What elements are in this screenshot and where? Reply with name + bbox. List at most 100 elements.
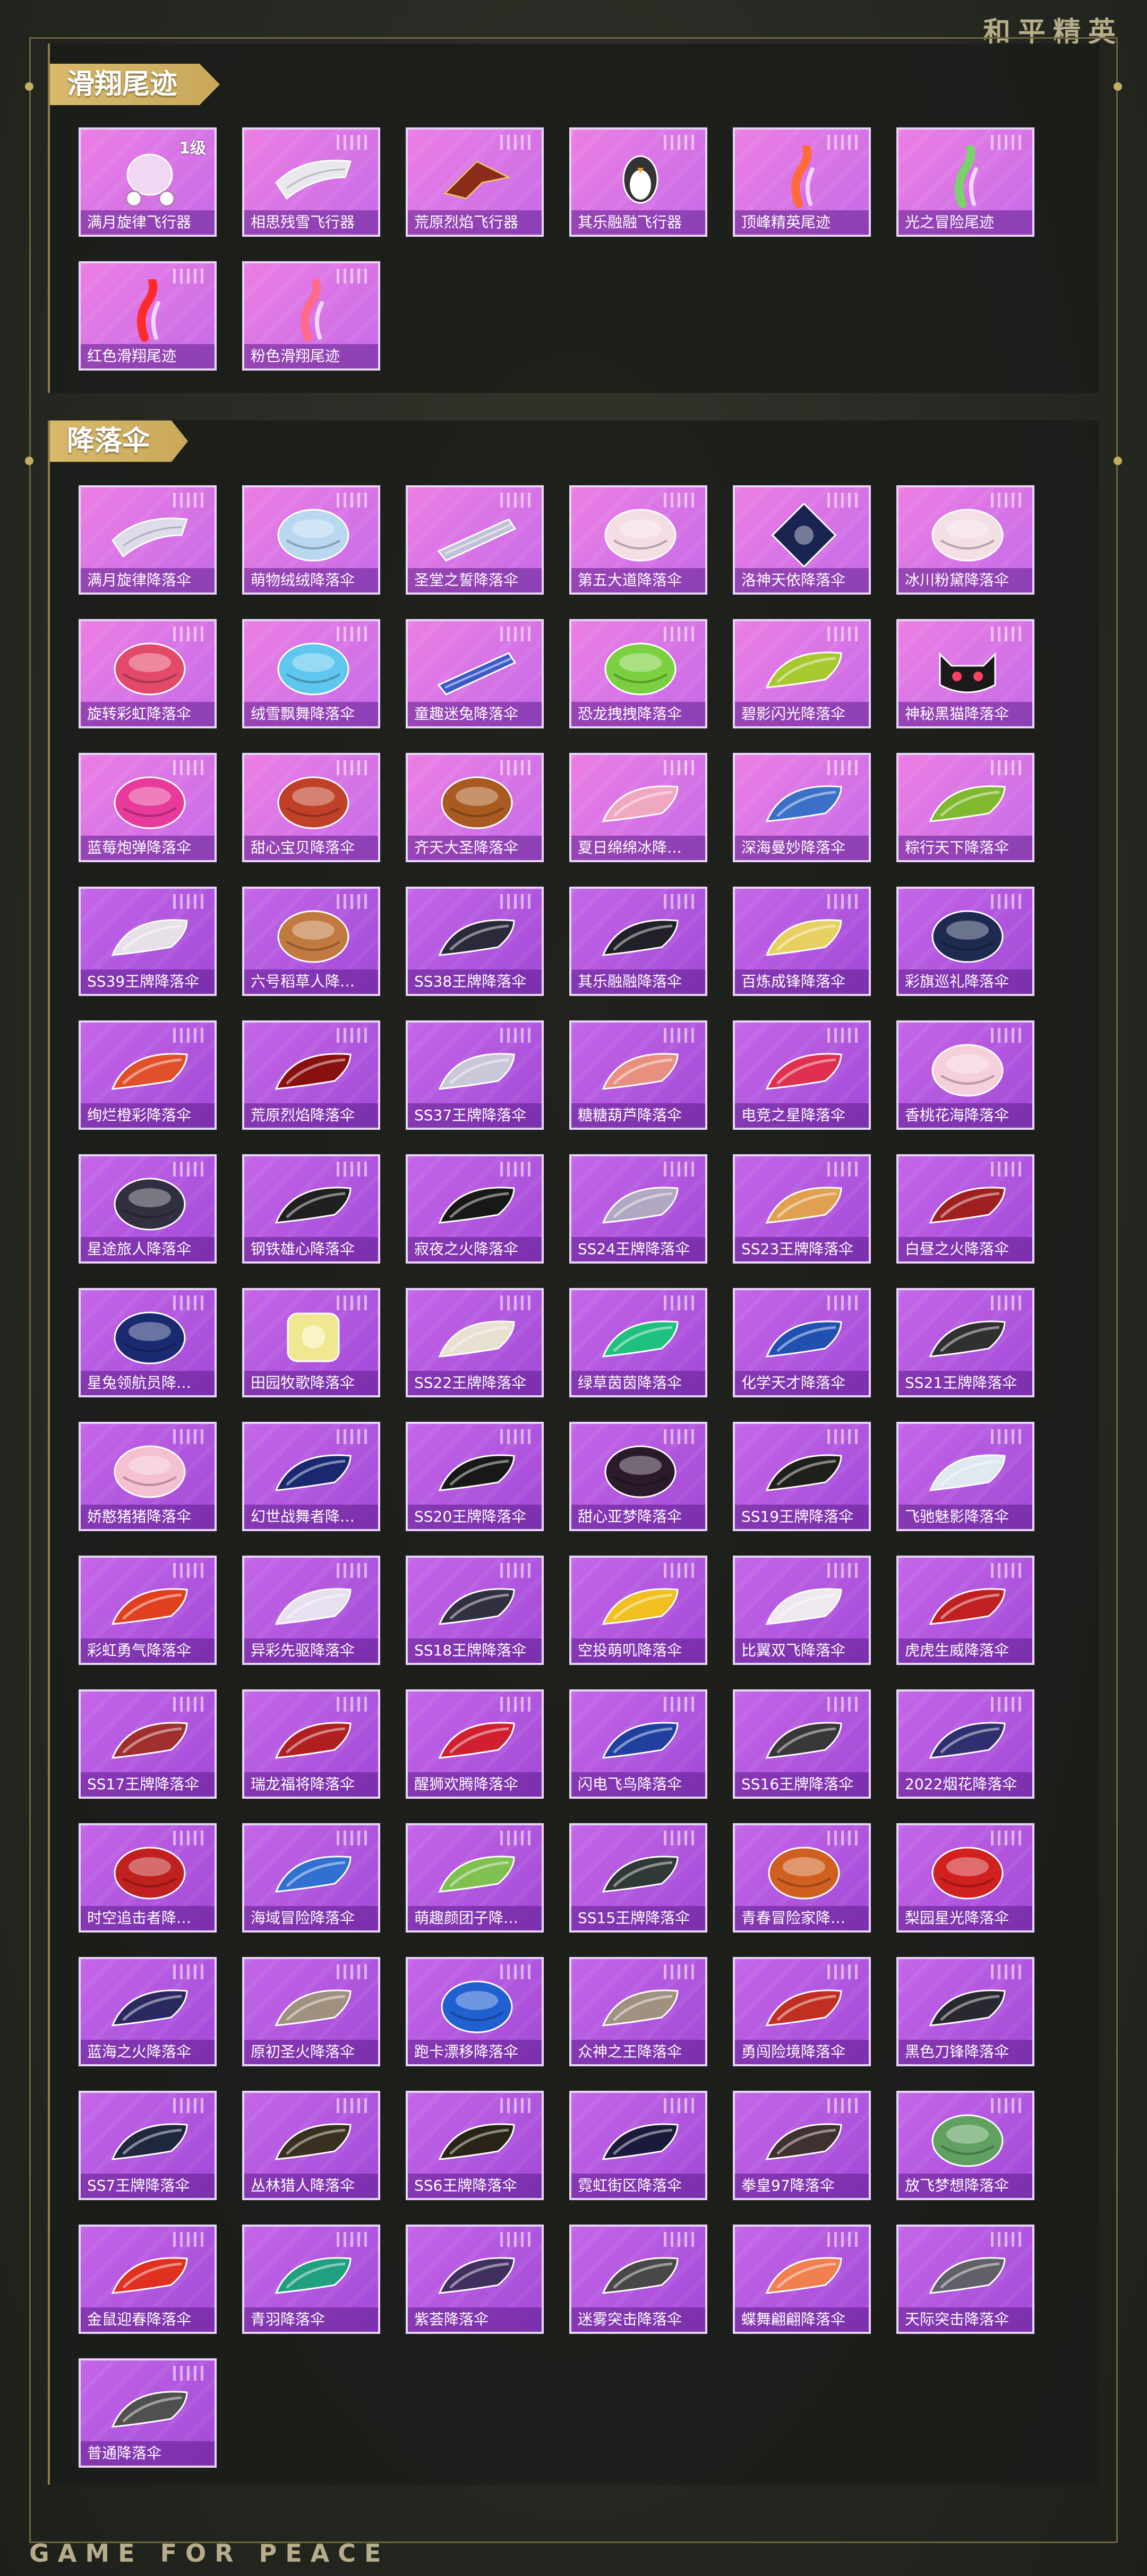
- item-card[interactable]: 娇憨猪猪降落伞: [79, 1422, 217, 1531]
- item-card[interactable]: 圣堂之誓降落伞: [406, 485, 544, 595]
- item-card[interactable]: 甜心亚梦降落伞: [569, 1422, 707, 1531]
- item-card[interactable]: 勇闯险境降落伞: [733, 1957, 871, 2066]
- item-card[interactable]: 其乐融融飞行器: [569, 127, 707, 237]
- item-card[interactable]: 黑色刀锋降落伞: [896, 1957, 1034, 2066]
- item-card[interactable]: 迷雾突击降落伞: [569, 2225, 707, 2334]
- item-card[interactable]: 粽行天下降落伞: [896, 753, 1034, 862]
- item-card[interactable]: 田园牧歌降落伞: [242, 1288, 380, 1397]
- item-card[interactable]: 时空追击者降…: [79, 1823, 217, 1933]
- item-card[interactable]: 齐天大圣降落伞: [406, 753, 544, 862]
- item-card[interactable]: SS23王牌降落伞: [733, 1154, 871, 1264]
- item-card[interactable]: 蓝海之火降落伞: [79, 1957, 217, 2066]
- parachute-icon: [602, 1320, 679, 1358]
- item-card[interactable]: SS39王牌降落伞: [79, 887, 217, 996]
- item-card[interactable]: 瑞龙福将降落伞: [242, 1689, 380, 1799]
- item-card[interactable]: SS37王牌降落伞: [406, 1020, 544, 1130]
- item-card[interactable]: 丛林猎人降落伞: [242, 2091, 380, 2200]
- item-card[interactable]: 紫荟降落伞: [406, 2225, 544, 2334]
- item-card[interactable]: SS21王牌降落伞: [896, 1288, 1034, 1397]
- item-card[interactable]: 化学天才降落伞: [733, 1288, 871, 1397]
- item-card[interactable]: 红色滑翔尾迹: [79, 261, 217, 371]
- item-card[interactable]: 蝶舞翩翩降落伞: [733, 2225, 871, 2334]
- item-card[interactable]: 比翼双飞降落伞: [733, 1556, 871, 1665]
- item-card[interactable]: 金鼠迎春降落伞: [79, 2225, 217, 2334]
- item-card[interactable]: 夏日绵绵冰降…: [569, 753, 707, 862]
- item-card[interactable]: 旋转彩虹降落伞: [79, 619, 217, 728]
- item-card[interactable]: 异彩先驱降落伞: [242, 1556, 380, 1665]
- item-card[interactable]: 拳皇97降落伞: [733, 2091, 871, 2200]
- item-card[interactable]: 甜心宝贝降落伞: [242, 753, 380, 862]
- item-card[interactable]: 恐龙拽拽降落伞: [569, 619, 707, 728]
- item-label: 寂夜之火降落伞: [408, 1237, 542, 1261]
- item-card[interactable]: 绚烂橙彩降落伞: [79, 1020, 217, 1130]
- item-card[interactable]: 星兔领航员降…: [79, 1288, 217, 1397]
- item-card[interactable]: 彩旗巡礼降落伞: [896, 887, 1034, 996]
- item-card[interactable]: 放飞梦想降落伞: [896, 2091, 1034, 2200]
- item-card[interactable]: 荒原烈焰降落伞: [242, 1020, 380, 1130]
- item-card[interactable]: 青羽降落伞: [242, 2225, 380, 2334]
- item-card[interactable]: 幻世战舞者降…: [242, 1422, 380, 1531]
- item-card[interactable]: 寂夜之火降落伞: [406, 1154, 544, 1264]
- item-card[interactable]: SS7王牌降落伞: [79, 2091, 217, 2200]
- item-card[interactable]: 虎虎生威降落伞: [896, 1556, 1034, 1665]
- item-card[interactable]: 萌物绒绒降落伞: [242, 485, 380, 595]
- item-card[interactable]: 钢铁雄心降落伞: [242, 1154, 380, 1264]
- item-card[interactable]: 星途旅人降落伞: [79, 1154, 217, 1264]
- item-card[interactable]: 空投萌叽降落伞: [569, 1556, 707, 1665]
- item-card[interactable]: 六号稻草人降…: [242, 887, 380, 996]
- item-card[interactable]: SS19王牌降落伞: [733, 1422, 871, 1531]
- parachute-icon: [111, 2257, 188, 2294]
- item-card[interactable]: 海域冒险降落伞: [242, 1823, 380, 1933]
- item-card[interactable]: SS20王牌降落伞: [406, 1422, 544, 1531]
- parachute-icon: [604, 1445, 677, 1498]
- item-card[interactable]: 蓝莓炮弹降落伞: [79, 753, 217, 862]
- item-card[interactable]: 电竞之星降落伞: [733, 1020, 871, 1130]
- item-card[interactable]: SS38王牌降落伞: [406, 887, 544, 996]
- item-card[interactable]: 其乐融融降落伞: [569, 887, 707, 996]
- item-card[interactable]: 光之冒险尾迹: [896, 127, 1034, 237]
- item-card[interactable]: 白昼之火降落伞: [896, 1154, 1034, 1264]
- item-card[interactable]: 粉色滑翔尾迹: [242, 261, 380, 371]
- item-card[interactable]: SS6王牌降落伞: [406, 2091, 544, 2200]
- item-card[interactable]: 醒狮欢腾降落伞: [406, 1689, 544, 1799]
- item-card[interactable]: SS17王牌降落伞: [79, 1689, 217, 1799]
- item-card[interactable]: 深海曼妙降落伞: [733, 753, 871, 862]
- item-card[interactable]: 青春冒险家降…: [733, 1823, 871, 1933]
- item-card[interactable]: 相思残雪飞行器: [242, 127, 380, 237]
- item-card[interactable]: SS24王牌降落伞: [569, 1154, 707, 1264]
- item-card[interactable]: 原初圣火降落伞: [242, 1957, 380, 2066]
- item-card[interactable]: 萌趣颜团子降…: [406, 1823, 544, 1933]
- item-card[interactable]: 跑卡漂移降落伞: [406, 1957, 544, 2066]
- item-card[interactable]: 众神之王降落伞: [569, 1957, 707, 2066]
- item-card[interactable]: 2022烟花降落伞: [896, 1689, 1034, 1799]
- item-card[interactable]: SS15王牌降落伞: [569, 1823, 707, 1933]
- item-label: 齐天大圣降落伞: [408, 836, 542, 860]
- item-card[interactable]: 香桃花海降落伞: [896, 1020, 1034, 1130]
- item-card[interactable]: 飞驰魅影降落伞: [896, 1422, 1034, 1531]
- item-card[interactable]: 彩虹勇气降落伞: [79, 1556, 217, 1665]
- item-card[interactable]: 冰川粉黛降落伞: [896, 485, 1034, 595]
- trail-icon: [791, 145, 815, 208]
- item-card[interactable]: 糖糖葫芦降落伞: [569, 1020, 707, 1130]
- item-card[interactable]: 第五大道降落伞: [569, 485, 707, 595]
- item-card[interactable]: 闪电飞鸟降落伞: [569, 1689, 707, 1799]
- item-card[interactable]: 霓虹街区降落伞: [569, 2091, 707, 2200]
- item-card[interactable]: 碧影闪光降落伞: [733, 619, 871, 728]
- item-card[interactable]: 梨园星光降落伞: [896, 1823, 1034, 1933]
- item-card[interactable]: 普通降落伞: [79, 2358, 217, 2468]
- parachute-icon: [275, 1588, 352, 1625]
- item-card[interactable]: 顶峰精英尾迹: [733, 127, 871, 237]
- item-card[interactable]: 荒原烈焰飞行器: [406, 127, 544, 237]
- item-card[interactable]: SS16王牌降落伞: [733, 1689, 871, 1799]
- item-card[interactable]: 童趣迷兔降落伞: [406, 619, 544, 728]
- item-card[interactable]: 绒雪飘舞降落伞: [242, 619, 380, 728]
- item-card[interactable]: SS18王牌降落伞: [406, 1556, 544, 1665]
- item-card[interactable]: 百炼成锋降落伞: [733, 887, 871, 996]
- item-card[interactable]: 洛神天依降落伞: [733, 485, 871, 595]
- item-card[interactable]: SS22王牌降落伞: [406, 1288, 544, 1397]
- item-card[interactable]: 满月旋律降落伞: [79, 485, 217, 595]
- item-card[interactable]: 绿草茵茵降落伞: [569, 1288, 707, 1397]
- item-card[interactable]: 1级 满月旋律飞行器: [79, 127, 217, 237]
- item-card[interactable]: 天际突击降落伞: [896, 2225, 1034, 2334]
- item-card[interactable]: 神秘黑猫降落伞: [896, 619, 1034, 728]
